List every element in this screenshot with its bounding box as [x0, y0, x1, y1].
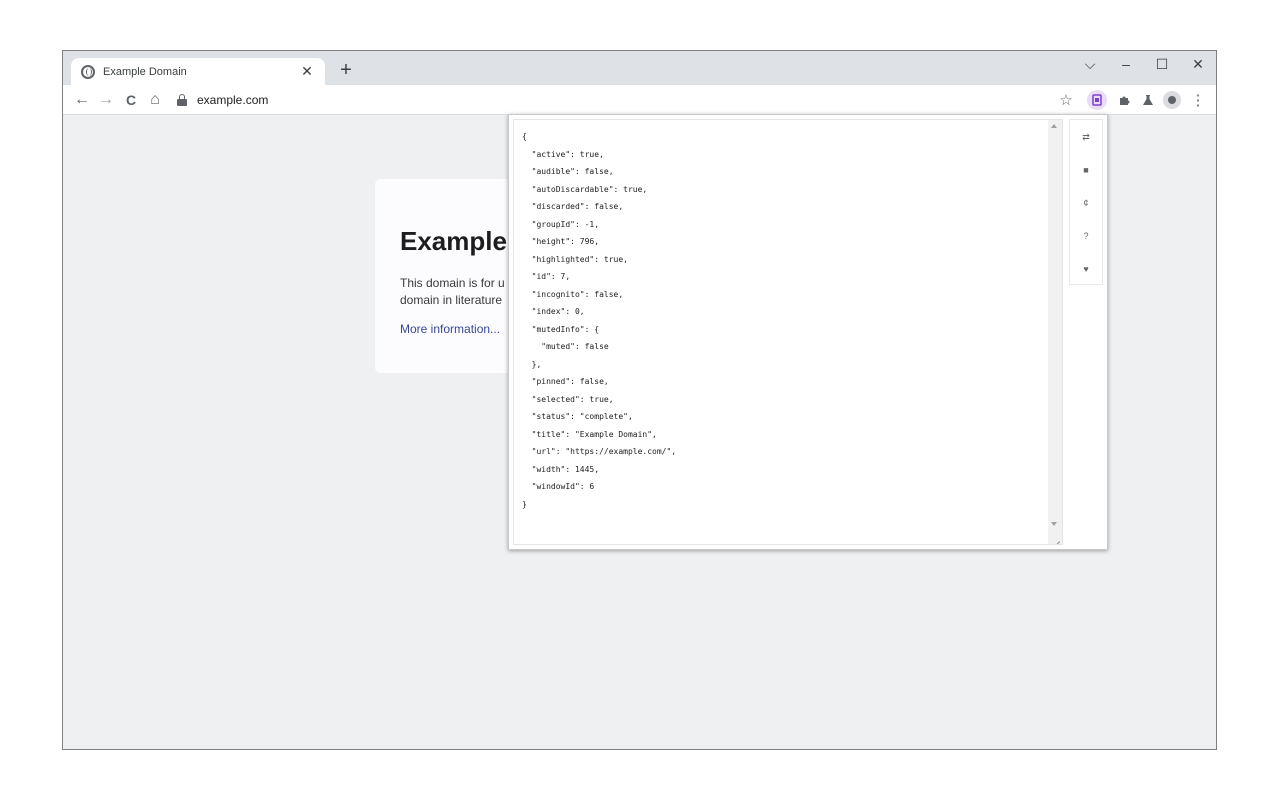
globe-icon — [81, 64, 95, 79]
back-button[interactable]: ← — [71, 89, 93, 111]
save-icon[interactable]: ■ — [1070, 157, 1102, 183]
json-scrollbar[interactable] — [1048, 120, 1062, 544]
tab-search-icon[interactable]: ⌵ — [1072, 51, 1108, 77]
home-button[interactable]: ⌂ — [144, 89, 166, 111]
resize-grip-icon[interactable] — [1050, 532, 1060, 542]
tab-strip: Example Domain ✕ + ⌵ – ☐ ✕ — [63, 51, 1216, 85]
new-tab-button[interactable]: + — [335, 59, 357, 81]
minimize-button[interactable]: – — [1108, 51, 1144, 77]
desc-line-1: This domain is for u — [400, 276, 505, 290]
extension-popup: { "active": true, "audible": false, "aut… — [508, 114, 1108, 550]
tab-title: Example Domain — [103, 65, 187, 78]
refresh-icon[interactable]: ¢ — [1070, 190, 1102, 216]
maximize-button[interactable]: ☐ — [1144, 51, 1180, 77]
bookmark-star-icon[interactable]: ☆ — [1056, 90, 1076, 110]
tab-close-icon[interactable]: ✕ — [299, 63, 315, 80]
address-bar[interactable]: example.com — [171, 88, 1091, 112]
json-content: { "active": true, "audible": false, "aut… — [522, 132, 677, 509]
forward-button[interactable]: → — [95, 89, 117, 111]
browser-window: Example Domain ✕ + ⌵ – ☐ ✕ ← → C ⌂ examp… — [62, 50, 1217, 750]
desc-line-2: domain in literature — [400, 293, 503, 307]
swap-icon[interactable]: ⇄ — [1070, 124, 1102, 150]
page-title: Example — [400, 226, 507, 256]
scroll-down-arrow-icon[interactable] — [1051, 522, 1057, 526]
labs-flask-icon[interactable] — [1138, 90, 1158, 110]
close-window-button[interactable]: ✕ — [1180, 51, 1216, 77]
browser-toolbar: ← → C ⌂ example.com ☆ ⋮ — [63, 85, 1216, 115]
json-extension-icon[interactable] — [1087, 90, 1107, 110]
tab-example-domain[interactable]: Example Domain ✕ — [71, 58, 325, 85]
extensions-puzzle-icon[interactable] — [1114, 90, 1134, 110]
reload-button[interactable]: C — [120, 89, 142, 111]
help-icon[interactable]: ? — [1070, 223, 1102, 249]
popup-action-panel: ⇄ ■ ¢ ? ♥ — [1069, 119, 1103, 285]
more-information-link[interactable]: More information... — [400, 322, 500, 336]
profile-avatar[interactable] — [1162, 90, 1182, 110]
window-controls: ⌵ – ☐ ✕ — [1072, 51, 1216, 79]
lock-icon[interactable] — [177, 94, 187, 106]
url-text: example.com — [197, 93, 269, 107]
heart-icon[interactable]: ♥ — [1070, 256, 1102, 282]
scroll-up-arrow-icon[interactable] — [1051, 124, 1057, 128]
json-textarea[interactable]: { "active": true, "audible": false, "aut… — [513, 119, 1063, 545]
menu-kebab-icon[interactable]: ⋮ — [1188, 90, 1208, 110]
